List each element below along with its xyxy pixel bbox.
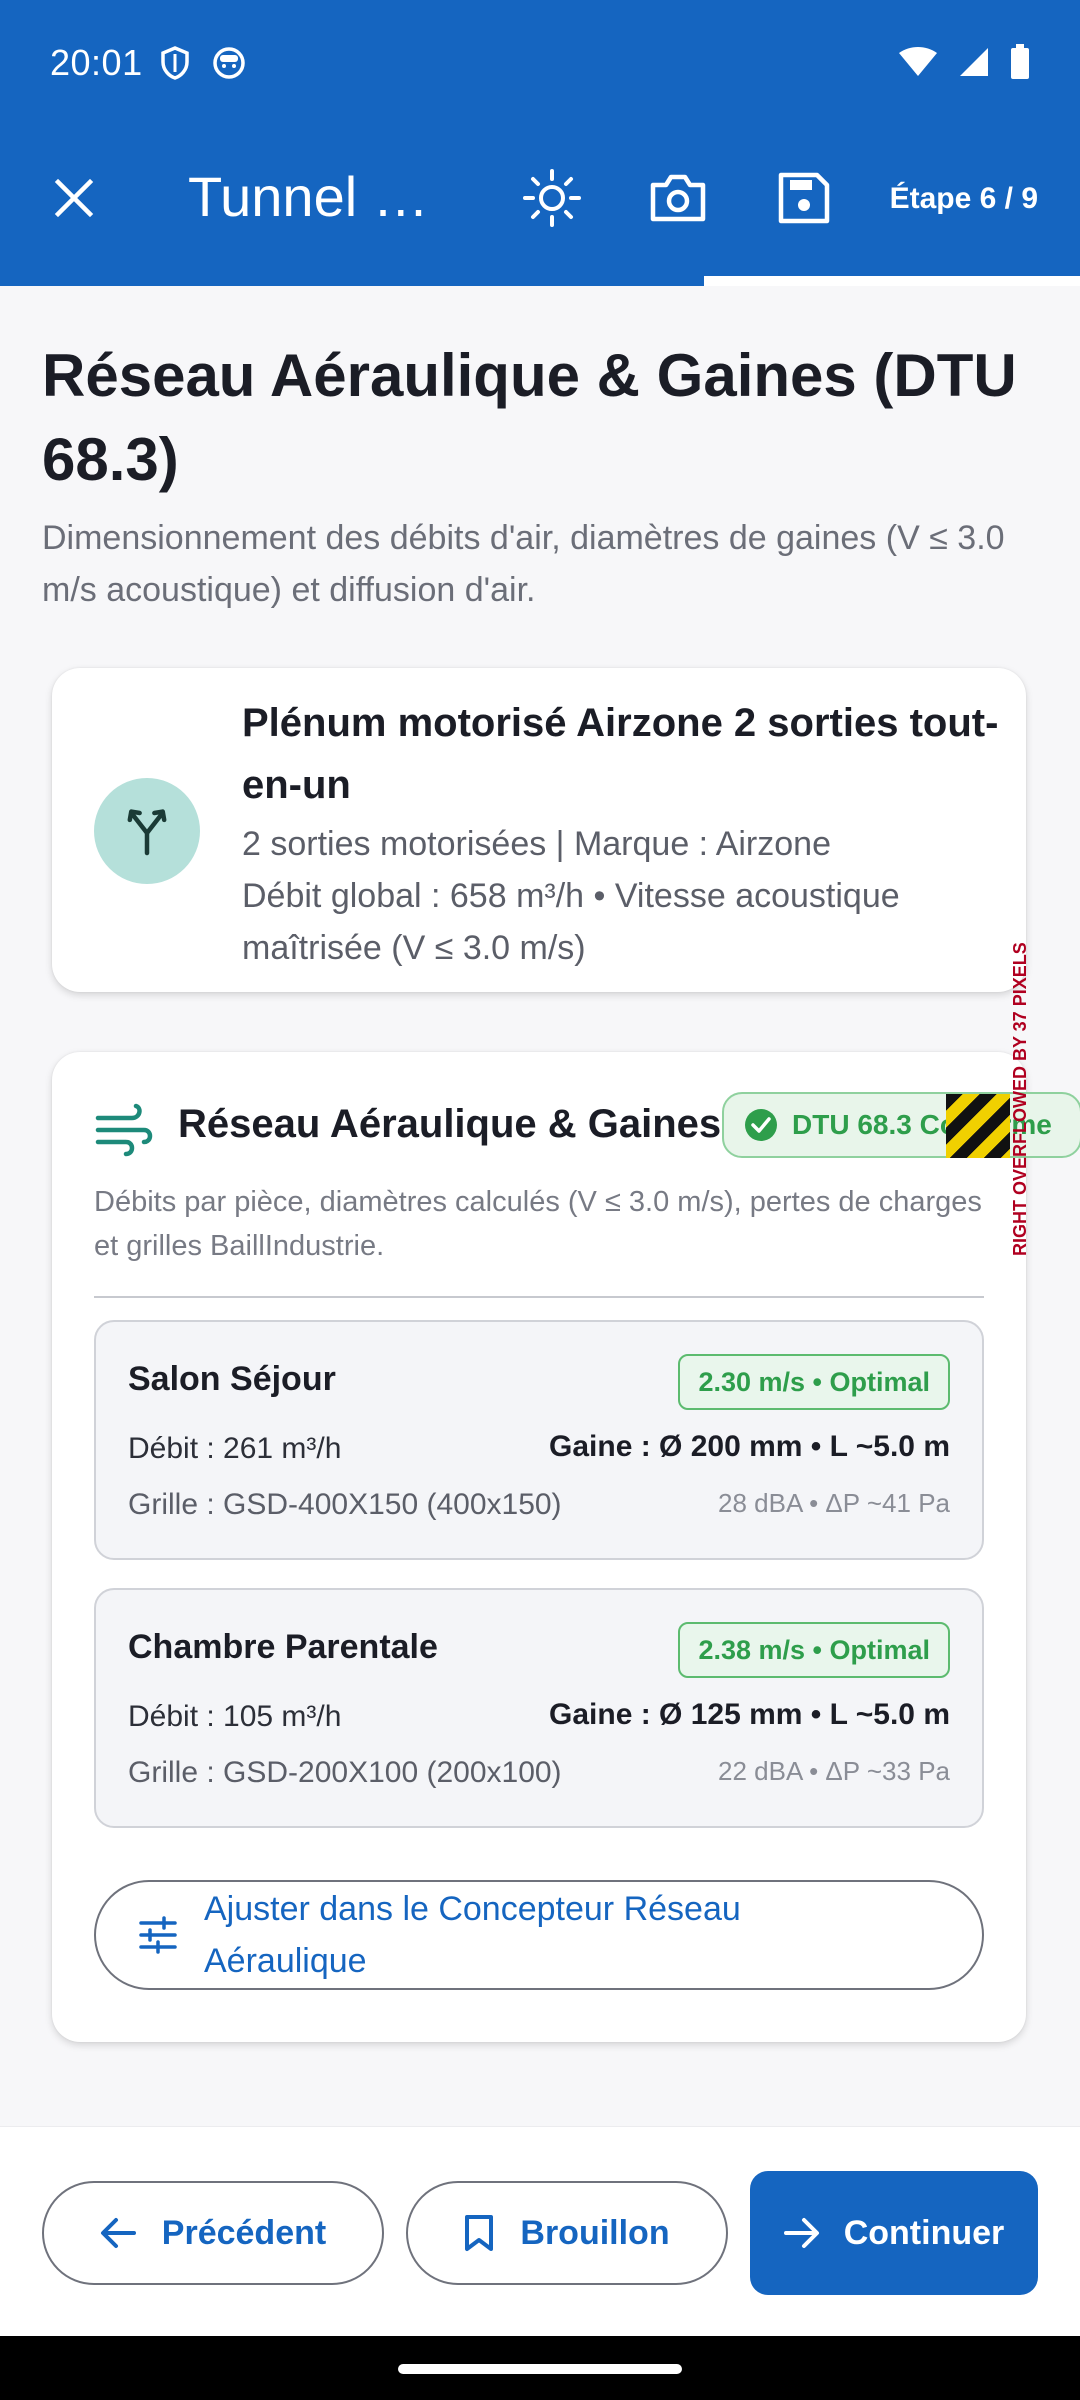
bottom-action-bar: Précédent Brouillon Continuer bbox=[0, 2126, 1080, 2336]
shield-icon bbox=[161, 46, 189, 80]
previous-label: Précédent bbox=[161, 2213, 327, 2252]
plenum-card: Plénum motorisé Airzone 2 sorties tout-e… bbox=[52, 668, 1026, 992]
close-icon bbox=[54, 178, 94, 218]
save-button[interactable] bbox=[772, 166, 836, 230]
plenum-flow: Débit global : 658 m³/h • Vitesse acoust… bbox=[242, 877, 900, 967]
adjust-network-label: Ajuster dans le Concepteur Réseau Aéraul… bbox=[204, 1890, 741, 1980]
room-grille: Grille : GSD-400X150 (400x150) bbox=[128, 1488, 562, 1521]
room-duct: Gaine : Ø 125 mm • L ~5.0 m bbox=[549, 1698, 950, 1731]
plenum-icon-badge bbox=[94, 778, 200, 884]
previous-button[interactable]: Précédent bbox=[42, 2181, 384, 2285]
sun-icon bbox=[523, 169, 581, 227]
page-title: Réseau Aéraulique & Gaines (DTU 68.3) bbox=[42, 342, 1017, 493]
velocity-badge: 2.30 m/s • Optimal bbox=[678, 1354, 950, 1410]
system-nav-bar bbox=[0, 2336, 1080, 2400]
airflow-icon bbox=[95, 1103, 153, 1157]
face-icon bbox=[213, 47, 245, 79]
progress-fill bbox=[704, 276, 1080, 286]
room-card-chambre[interactable]: Chambre Parentale 2.38 m/s • Optimal Déb… bbox=[94, 1588, 984, 1828]
tune-icon bbox=[139, 1916, 177, 1954]
theme-toggle-button[interactable] bbox=[520, 166, 584, 230]
room-grille: Grille : GSD-200X100 (200x100) bbox=[128, 1756, 562, 1789]
draft-label: Brouillon bbox=[520, 2213, 670, 2252]
room-acoustic: 22 dBA • ΔP ~33 Pa bbox=[718, 1756, 950, 1786]
signal-icon bbox=[960, 48, 988, 76]
room-card-salon[interactable]: Salon Séjour 2.30 m/s • Optimal Débit : … bbox=[94, 1320, 984, 1560]
room-name: Salon Séjour bbox=[128, 1360, 336, 1398]
continue-label: Continuer bbox=[843, 2213, 1005, 2252]
check-circle-icon bbox=[745, 1109, 777, 1141]
close-button[interactable] bbox=[42, 166, 106, 230]
plenum-details: 2 sorties motorisées | Marque : Airzone bbox=[242, 825, 831, 863]
overflow-warning-text: RIGHT OVERFLOWED BY 37 PIXELS bbox=[1010, 942, 1030, 1256]
step-indicator: Étape 6 / 9 bbox=[889, 182, 1038, 215]
divider bbox=[94, 1296, 984, 1298]
page-subtitle: Dimensionnement des débits d'air, diamèt… bbox=[42, 519, 1005, 609]
continue-button[interactable]: Continuer bbox=[750, 2171, 1038, 2295]
draft-button[interactable]: Brouillon bbox=[406, 2181, 728, 2285]
network-card: Réseau Aéraulique & Gaines DTU 68.3 Conf… bbox=[52, 942, 1080, 2042]
bookmark-icon bbox=[465, 2215, 494, 2251]
room-acoustic: 28 dBA • ΔP ~41 Pa bbox=[718, 1488, 950, 1518]
app-bar: Tunnel d… Étape 6 / 9 bbox=[0, 130, 1080, 286]
home-gesture-handle[interactable] bbox=[398, 2364, 682, 2374]
main-content[interactable]: Réseau Aéraulique & Gaines (DTU 68.3) Di… bbox=[0, 286, 1080, 2126]
status-left-icons bbox=[160, 46, 246, 80]
room-duct: Gaine : Ø 200 mm • L ~5.0 m bbox=[549, 1430, 950, 1463]
status-bar: 20:01 bbox=[0, 0, 1080, 130]
room-debit: Débit : 261 m³/h bbox=[128, 1432, 342, 1465]
save-icon bbox=[778, 172, 830, 224]
status-right-icons bbox=[898, 44, 1030, 80]
status-time: 20:01 bbox=[50, 42, 143, 83]
camera-icon bbox=[650, 174, 706, 222]
network-title: Réseau Aéraulique & Gaines bbox=[178, 1102, 722, 1146]
wifi-icon bbox=[899, 47, 937, 76]
camera-button[interactable] bbox=[646, 166, 710, 230]
arrow-right-icon bbox=[783, 2218, 819, 2248]
velocity-badge: 2.38 m/s • Optimal bbox=[678, 1622, 950, 1678]
battery-icon bbox=[1011, 44, 1029, 79]
arrow-left-icon bbox=[100, 2218, 136, 2248]
room-debit: Débit : 105 m³/h bbox=[128, 1700, 342, 1733]
progress-track bbox=[0, 276, 1080, 286]
room-name: Chambre Parentale bbox=[128, 1628, 438, 1666]
adjust-network-button[interactable]: Ajuster dans le Concepteur Réseau Aéraul… bbox=[94, 1880, 984, 1990]
app-title: Tunnel d… bbox=[188, 165, 458, 228]
split-arrows-icon bbox=[127, 809, 167, 856]
overflow-warning-stripe bbox=[946, 1094, 1010, 1158]
network-description: Débits par pièce, diamètres calculés (V … bbox=[94, 1186, 982, 1262]
plenum-title: Plénum motorisé Airzone 2 sorties tout-e… bbox=[242, 701, 999, 807]
